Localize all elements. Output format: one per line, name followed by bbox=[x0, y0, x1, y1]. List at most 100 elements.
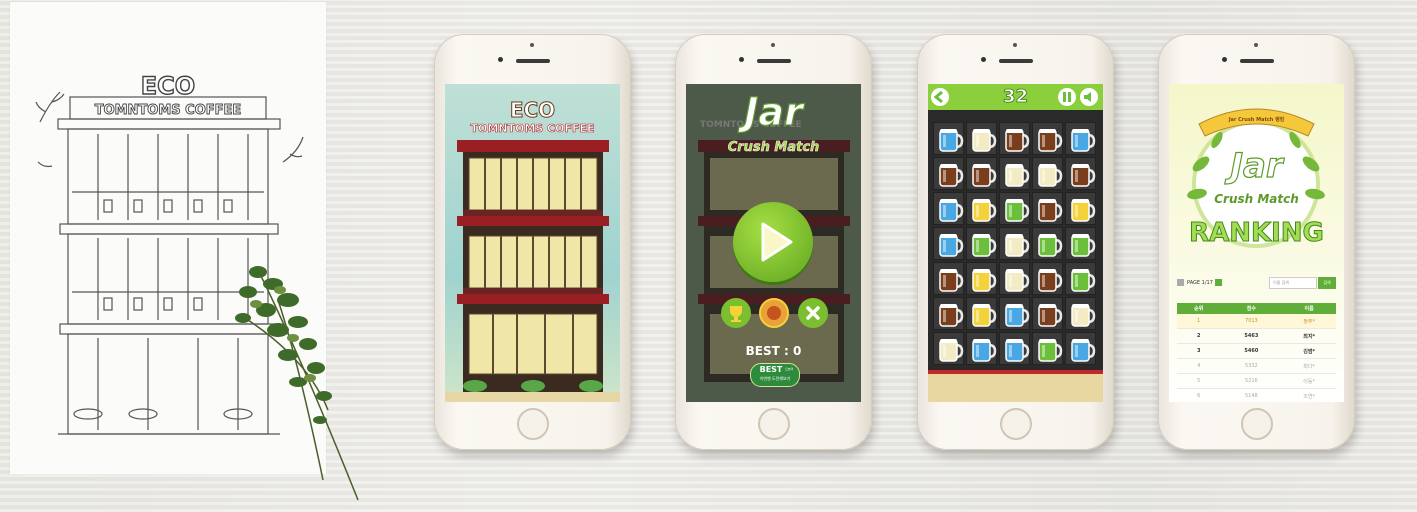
grid-cell[interactable] bbox=[1032, 157, 1063, 190]
tomntoms-coin-button[interactable] bbox=[759, 298, 789, 328]
ranking-rank-cell: 1 bbox=[1177, 314, 1221, 329]
ranking-row: 2 5463 최지* bbox=[1177, 328, 1336, 344]
grid-cell[interactable] bbox=[966, 332, 997, 365]
home-button[interactable] bbox=[758, 408, 790, 440]
green-jar-icon bbox=[1071, 234, 1096, 257]
grid-cell[interactable] bbox=[933, 332, 964, 365]
ranking-rank-cell: 3 bbox=[1177, 343, 1221, 359]
grid-cell[interactable] bbox=[933, 122, 964, 155]
close-icon bbox=[806, 306, 820, 320]
grid-cell[interactable] bbox=[999, 262, 1030, 295]
grid-cell[interactable] bbox=[999, 227, 1030, 260]
play-button[interactable] bbox=[733, 202, 813, 282]
grid-cell[interactable] bbox=[1032, 297, 1063, 330]
cream-jar-icon bbox=[939, 339, 964, 362]
grid-cell[interactable] bbox=[1032, 192, 1063, 225]
cola-jar-icon bbox=[1038, 129, 1063, 152]
jar-title: Jar bbox=[1230, 145, 1284, 186]
herb-plant bbox=[235, 266, 359, 501]
best-badge-tag: 오늘의 bbox=[785, 367, 794, 371]
cola-jar-icon bbox=[939, 304, 964, 327]
sketch-paper: ECO TOMNTOMS COFFEE bbox=[10, 2, 359, 501]
cream-jar-icon bbox=[1005, 234, 1030, 257]
ranking-row: 3 5460 김범* bbox=[1177, 343, 1336, 359]
cola-jar-icon bbox=[972, 164, 997, 187]
grid-cell[interactable] bbox=[966, 157, 997, 190]
trophy-button[interactable] bbox=[721, 298, 751, 328]
ranking-col-header: 순위 bbox=[1177, 303, 1221, 314]
grid-cell[interactable] bbox=[1032, 262, 1063, 295]
search-button[interactable]: 검색 bbox=[1318, 277, 1336, 289]
grid-cell[interactable] bbox=[966, 262, 997, 295]
jar-grid bbox=[933, 122, 1098, 367]
grid-cell[interactable] bbox=[1065, 157, 1096, 190]
cola-jar-icon bbox=[1005, 129, 1030, 152]
blue-jar-icon bbox=[1071, 339, 1096, 362]
ranking-score-cell: 5332 bbox=[1220, 358, 1283, 374]
grid-cell[interactable] bbox=[1065, 227, 1096, 260]
grid-cell[interactable] bbox=[1065, 122, 1096, 155]
trophy-icon bbox=[730, 306, 742, 322]
next-page-button[interactable] bbox=[1215, 279, 1222, 286]
grid-cell[interactable] bbox=[1065, 192, 1096, 225]
blue-jar-icon bbox=[1005, 339, 1030, 362]
green-jar-icon bbox=[1038, 339, 1063, 362]
ranking-col-header: 점수 bbox=[1220, 303, 1283, 314]
pause-button[interactable] bbox=[1058, 88, 1076, 106]
coin-icon bbox=[767, 306, 781, 320]
grid-cell[interactable] bbox=[1032, 332, 1063, 365]
ranking-col-header: 이름 bbox=[1282, 303, 1336, 314]
search-input[interactable]: 이름 검색 bbox=[1269, 277, 1317, 289]
home-button[interactable] bbox=[1241, 408, 1273, 440]
grid-cell[interactable] bbox=[966, 227, 997, 260]
best-score: BEST : 0 bbox=[745, 344, 802, 358]
grid-cell[interactable] bbox=[933, 192, 964, 225]
home-button[interactable] bbox=[1000, 408, 1032, 440]
best-badge-sub: 이번엔 도전해보기 bbox=[759, 376, 791, 381]
close-button[interactable] bbox=[798, 298, 828, 328]
grid-cell[interactable] bbox=[999, 157, 1030, 190]
grid-cell[interactable] bbox=[1032, 122, 1063, 155]
grid-cell[interactable] bbox=[1065, 332, 1096, 365]
ranking-row: 5 5216 이동* bbox=[1177, 373, 1336, 389]
grid-cell[interactable] bbox=[933, 262, 964, 295]
cola-jar-icon bbox=[1038, 304, 1063, 327]
grid-cell[interactable] bbox=[933, 157, 964, 190]
grid-cell[interactable] bbox=[999, 192, 1030, 225]
sound-button[interactable] bbox=[1080, 88, 1098, 106]
blue-jar-icon bbox=[939, 234, 964, 257]
ranking-table: 순위 점수 이름 1 7013 정주* 2 5463 최지* 3 5460 김범* 4 5332 최다* 5… bbox=[1177, 303, 1336, 402]
play-icon bbox=[761, 222, 793, 262]
grid-cell[interactable] bbox=[1065, 297, 1096, 330]
ranking-row: 4 5332 최다* bbox=[1177, 358, 1336, 374]
grid-cell[interactable] bbox=[933, 227, 964, 260]
search-placeholder: 이름 검색 bbox=[1273, 280, 1289, 285]
grid-cell[interactable] bbox=[1032, 227, 1063, 260]
game-screen: 32 bbox=[928, 84, 1103, 402]
ranking-name-cell: 김범* bbox=[1282, 343, 1336, 359]
grid-cell[interactable] bbox=[1065, 262, 1096, 295]
cream-jar-icon bbox=[1071, 304, 1096, 327]
prev-page-button[interactable] bbox=[1177, 279, 1184, 286]
ranking-score-cell: 5460 bbox=[1220, 343, 1283, 359]
ranking-score-cell: 7013 bbox=[1220, 314, 1283, 329]
cream-jar-icon bbox=[1005, 269, 1030, 292]
ranking-score-cell: 5148 bbox=[1220, 388, 1283, 402]
grid-cell[interactable] bbox=[999, 122, 1030, 155]
cola-jar-icon bbox=[939, 164, 964, 187]
grid-cell[interactable] bbox=[966, 122, 997, 155]
grid-cell[interactable] bbox=[933, 297, 964, 330]
best-challenge-badge[interactable]: BEST 오늘의 이번엔 도전해보기 bbox=[750, 363, 800, 387]
yellow-jar-icon bbox=[972, 269, 997, 292]
grid-cell[interactable] bbox=[999, 297, 1030, 330]
ranking-title: RANKING bbox=[1189, 218, 1325, 249]
grid-cell[interactable] bbox=[999, 332, 1030, 365]
grid-cell[interactable] bbox=[966, 297, 997, 330]
jar-title: Jar bbox=[744, 89, 804, 134]
grid-cell[interactable] bbox=[966, 192, 997, 225]
cola-jar-icon bbox=[1038, 269, 1063, 292]
green-jar-icon bbox=[1071, 269, 1096, 292]
cream-jar-icon bbox=[972, 129, 997, 152]
cream-jar-icon bbox=[1005, 164, 1030, 187]
home-button[interactable] bbox=[517, 408, 549, 440]
